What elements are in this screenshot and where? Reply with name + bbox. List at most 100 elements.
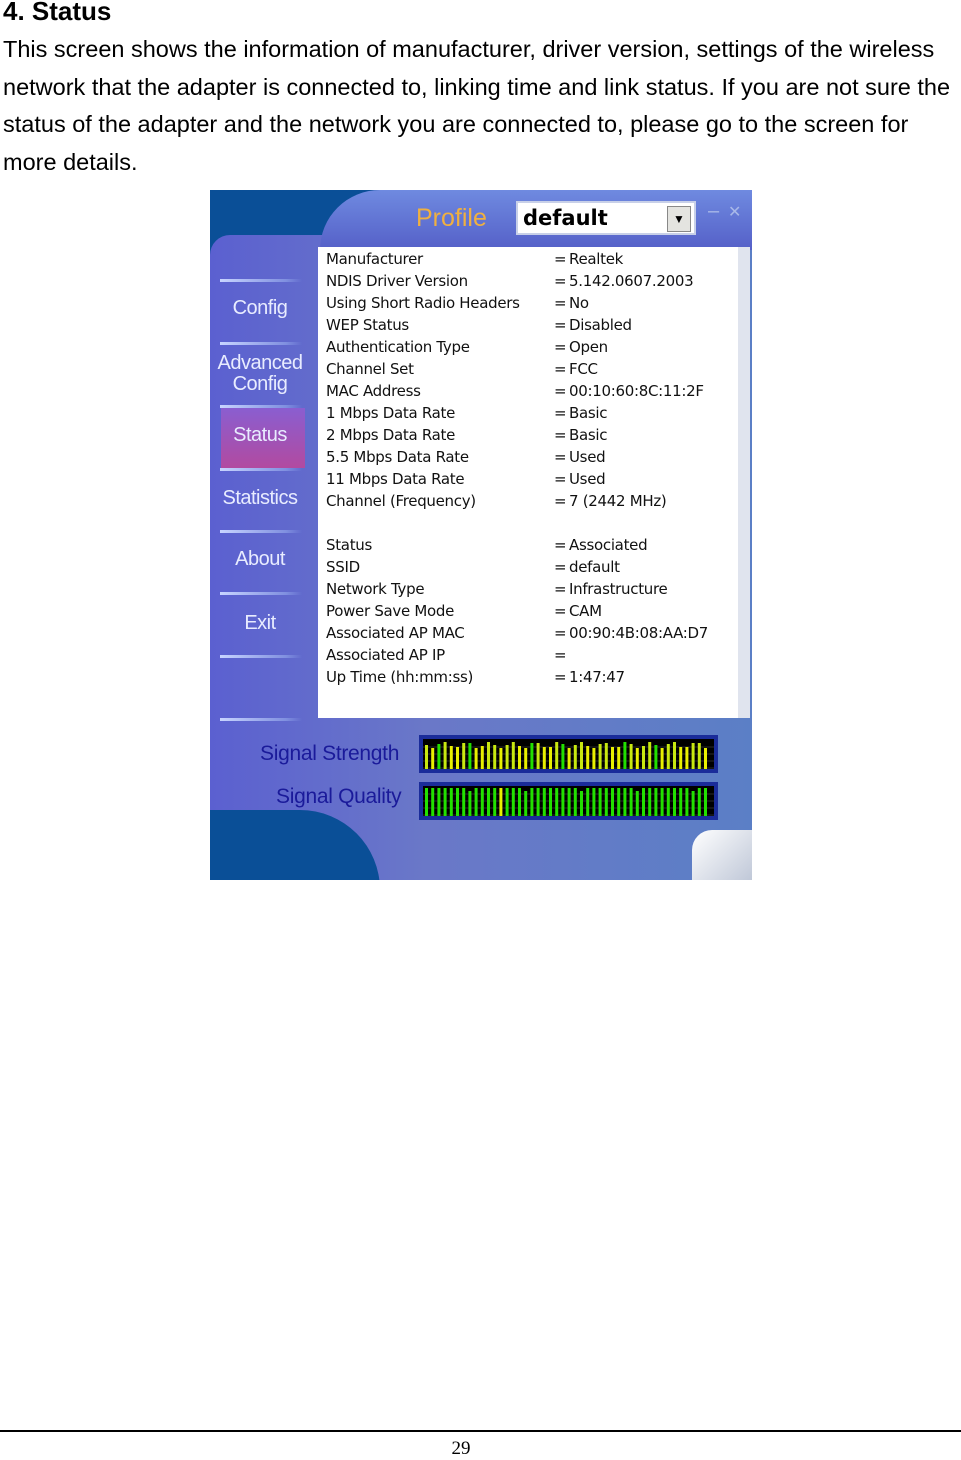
nav-item-advanced-config[interactable]: Advanced Config bbox=[210, 353, 310, 395]
signal-bar bbox=[604, 788, 608, 816]
signal-bar bbox=[573, 788, 577, 816]
signal-bar bbox=[673, 788, 676, 816]
info-row: NDIS Driver Version = 5.142.0607.2003 bbox=[326, 272, 694, 290]
profile-value: default bbox=[523, 206, 608, 230]
nav-separator bbox=[220, 405, 302, 408]
info-value: No bbox=[569, 294, 589, 312]
info-label: Status bbox=[326, 536, 372, 554]
signal-bar bbox=[561, 744, 565, 769]
signal-bar bbox=[623, 788, 627, 816]
info-row: Network Type = Infrastructure bbox=[326, 580, 668, 598]
info-value: 5.142.0607.2003 bbox=[569, 272, 694, 290]
signal-bar bbox=[697, 788, 701, 816]
signal-bar bbox=[648, 788, 652, 816]
signal-quality-meter bbox=[419, 782, 718, 820]
equals-sign: = bbox=[554, 602, 567, 620]
chevron-down-icon[interactable]: ▼ bbox=[667, 206, 691, 232]
info-value: Basic bbox=[569, 426, 608, 444]
footer-rule bbox=[0, 1430, 961, 1432]
signal-bar bbox=[468, 791, 472, 816]
signal-bar bbox=[567, 788, 571, 816]
info-value: Used bbox=[569, 470, 606, 488]
signal-bar bbox=[518, 746, 521, 769]
section-heading: 4. Status bbox=[3, 0, 112, 26]
profile-label: Profile bbox=[416, 204, 487, 232]
signal-bar bbox=[518, 788, 521, 816]
signal-bar bbox=[598, 744, 602, 769]
signal-bar bbox=[666, 788, 670, 816]
close-button[interactable]: ✕ bbox=[728, 202, 741, 222]
nav-item-config[interactable]: Config bbox=[210, 298, 310, 319]
equals-sign: = bbox=[554, 338, 567, 356]
signal-bar bbox=[685, 788, 689, 816]
info-row: Associated AP IP = bbox=[326, 646, 567, 664]
info-row: Manufacturer = Realtek bbox=[326, 250, 623, 268]
nav-separator bbox=[220, 342, 302, 345]
signal-bar bbox=[685, 747, 689, 769]
nav-item-status[interactable]: Status bbox=[210, 425, 310, 446]
signal-bar bbox=[511, 742, 515, 769]
profile-dropdown[interactable]: default ▼ bbox=[516, 201, 696, 235]
signal-bar bbox=[635, 748, 639, 769]
signal-bar bbox=[536, 788, 540, 816]
info-label: Channel Set bbox=[326, 360, 414, 378]
signal-bar bbox=[480, 788, 484, 816]
info-label: Associated AP MAC bbox=[326, 624, 465, 642]
signal-bar bbox=[642, 788, 645, 816]
nav-item-exit[interactable]: Exit bbox=[210, 613, 310, 634]
signal-bar bbox=[642, 746, 645, 769]
resize-grip[interactable] bbox=[692, 830, 752, 880]
signal-bar bbox=[474, 788, 478, 816]
equals-sign: = bbox=[554, 470, 567, 488]
info-value: Infrastructure bbox=[569, 580, 668, 598]
info-row: Channel (Frequency) = 7 (2442 MHz) bbox=[326, 492, 667, 510]
signal-bar bbox=[480, 746, 484, 769]
equals-sign: = bbox=[554, 382, 567, 400]
info-label: 5.5 Mbps Data Rate bbox=[326, 448, 469, 466]
signal-bar bbox=[697, 743, 701, 769]
minimize-button[interactable]: – bbox=[708, 200, 719, 223]
info-label: 11 Mbps Data Rate bbox=[326, 470, 465, 488]
signal-bar bbox=[449, 746, 453, 769]
info-value: FCC bbox=[569, 360, 598, 378]
signal-bar bbox=[549, 788, 552, 816]
signal-bar bbox=[555, 742, 559, 769]
info-row: 5.5 Mbps Data Rate = Used bbox=[326, 448, 606, 466]
equals-sign: = bbox=[554, 272, 567, 290]
signal-bar bbox=[456, 747, 459, 769]
signal-bar bbox=[462, 788, 466, 816]
info-row: Up Time (hh:mm:ss) = 1:47:47 bbox=[326, 668, 625, 686]
info-row: 1 Mbps Data Rate = Basic bbox=[326, 404, 608, 422]
signal-bar bbox=[623, 742, 627, 769]
info-row: Channel Set = FCC bbox=[326, 360, 598, 378]
signal-bar bbox=[679, 788, 683, 816]
signal-bar bbox=[629, 744, 633, 769]
signal-bar bbox=[580, 742, 583, 769]
info-value: default bbox=[569, 558, 620, 576]
signal-bar bbox=[443, 788, 447, 816]
signal-bar bbox=[660, 788, 664, 816]
section-paragraph: This screen shows the information of man… bbox=[3, 36, 951, 175]
equals-sign: = bbox=[554, 404, 567, 422]
signal-bar bbox=[666, 744, 670, 769]
nav-item-about[interactable]: About bbox=[210, 549, 310, 570]
signal-bar bbox=[443, 742, 447, 769]
signal-strength-label: Signal Strength bbox=[260, 742, 400, 765]
nav-item-statistics[interactable]: Statistics bbox=[210, 488, 310, 509]
signal-bar bbox=[561, 788, 565, 816]
signal-bar bbox=[536, 743, 540, 769]
info-value: 7 (2442 MHz) bbox=[569, 492, 667, 510]
signal-bar bbox=[691, 791, 695, 816]
signal-bar bbox=[437, 788, 441, 816]
signal-bar bbox=[704, 788, 707, 816]
info-row: SSID = default bbox=[326, 558, 620, 576]
equals-sign: = bbox=[554, 668, 567, 686]
info-label: Channel (Frequency) bbox=[326, 492, 476, 510]
equals-sign: = bbox=[554, 646, 567, 664]
info-row: Status = Associated bbox=[326, 536, 648, 554]
nav-separator bbox=[220, 592, 302, 595]
signal-bar bbox=[431, 748, 435, 769]
nav-separator bbox=[220, 718, 302, 721]
info-label: Associated AP IP bbox=[326, 646, 445, 664]
info-value: Used bbox=[569, 448, 606, 466]
